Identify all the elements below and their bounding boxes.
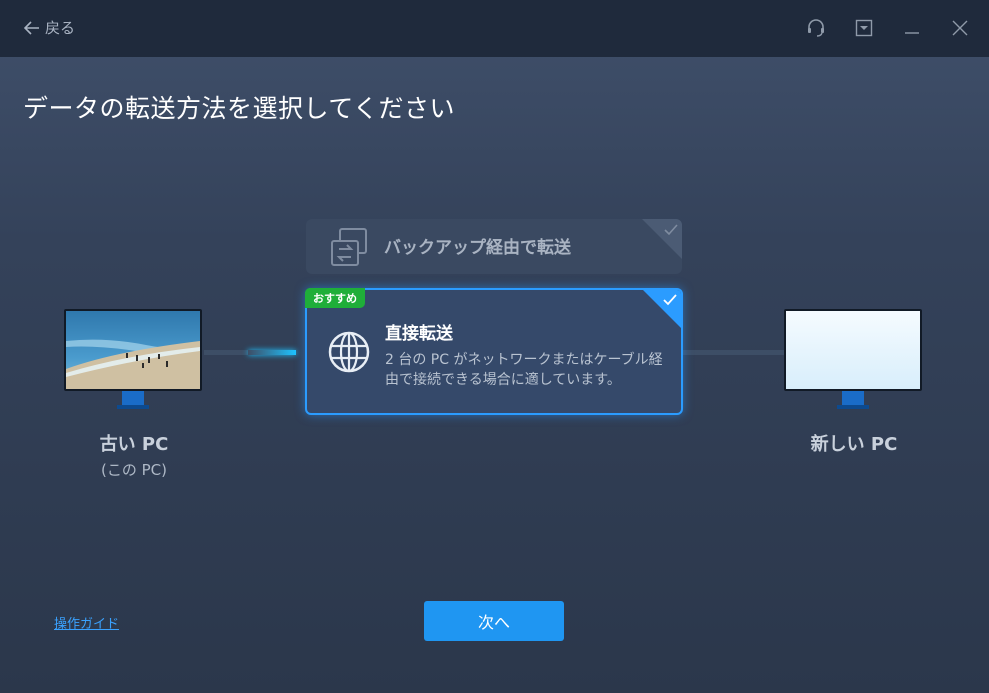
- user-guide-link[interactable]: 操作ガイド: [54, 613, 119, 632]
- recommended-badge: おすすめ: [305, 288, 365, 308]
- direct-option-title: 直接転送: [385, 324, 453, 344]
- check-icon: [664, 224, 678, 236]
- beach-wallpaper-image: [66, 311, 200, 389]
- direct-transfer-option[interactable]: おすすめ 直接転送 2 台の PC がネットワークまたはケーブル経由で接続できる…: [305, 288, 683, 415]
- connection-line: [683, 350, 785, 355]
- check-icon: [663, 294, 677, 306]
- new-pc-monitor: [784, 309, 922, 391]
- connection-line-active: [248, 350, 296, 355]
- direct-option-description: 2 台の PC がネットワークまたはケーブル経由で接続できる場合に適しています。: [385, 352, 663, 388]
- headset-icon[interactable]: [804, 16, 828, 40]
- old-pc-monitor: [64, 309, 202, 391]
- globe-icon: [328, 331, 370, 373]
- transfer-icon: [331, 228, 367, 266]
- backup-transfer-option[interactable]: バックアップ経由で転送: [306, 219, 682, 274]
- close-icon[interactable]: [948, 16, 972, 40]
- old-pc-label: 古い PC: [99, 434, 169, 455]
- monitor-stand: [842, 391, 864, 405]
- monitor-stand: [122, 391, 144, 405]
- dropdown-box-icon[interactable]: [852, 16, 876, 40]
- next-button[interactable]: 次へ: [424, 601, 564, 641]
- new-pc-label: 新しい PC: [810, 434, 898, 455]
- back-button[interactable]: 戻る: [24, 17, 75, 38]
- page-title: データの転送方法を選択してください: [23, 94, 456, 123]
- backup-option-title: バックアップ経由で転送: [384, 238, 571, 258]
- arrow-left-icon: [24, 20, 39, 35]
- monitor-stand-base: [837, 405, 869, 409]
- back-label: 戻る: [45, 19, 76, 37]
- monitor-stand-base: [117, 405, 149, 409]
- old-pc-sublabel: (この PC): [101, 461, 167, 479]
- title-bar: 戻る: [0, 0, 989, 57]
- minimize-icon[interactable]: [900, 16, 924, 40]
